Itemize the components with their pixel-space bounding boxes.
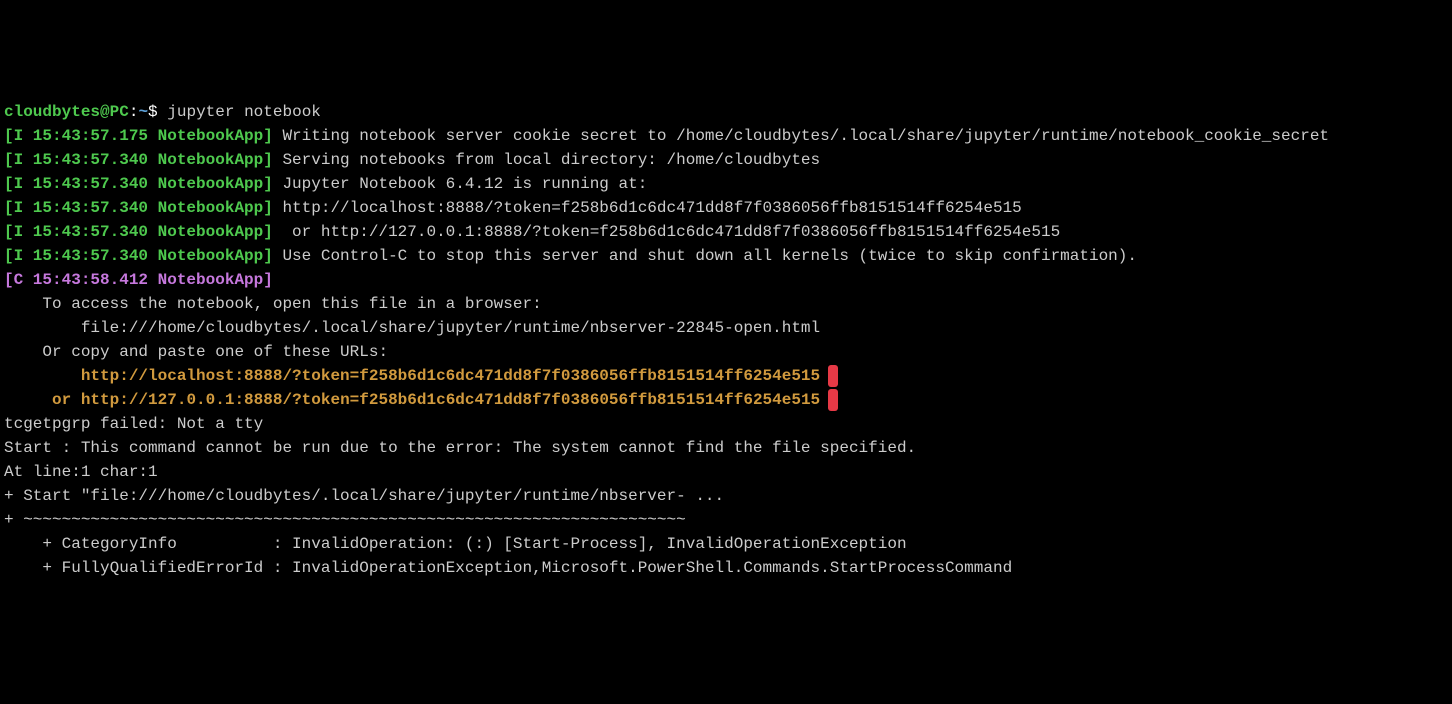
access-instruction: To access the notebook, open this file i…	[4, 292, 1448, 316]
notebook-url[interactable]: http://localhost:8888/?token=f258b6d1c6d…	[81, 367, 820, 385]
log-line-critical: [C 15:43:58.412 NotebookApp]	[4, 268, 1448, 292]
log-line: [I 15:43:57.340 NotebookApp] Jupyter Not…	[4, 172, 1448, 196]
log-text: or http://127.0.0.1:8888/?token=f258b6d1…	[273, 223, 1060, 241]
log-prefix: [I 15:43:57.340 NotebookApp]	[4, 175, 273, 193]
url-or: or	[52, 391, 81, 409]
cursor-icon	[828, 365, 838, 387]
error-line: At line:1 char:1	[4, 460, 1448, 484]
error-line: Start : This command cannot be run due t…	[4, 436, 1448, 460]
log-text: Jupyter Notebook 6.4.12 is running at:	[273, 175, 647, 193]
access-instruction: Or copy and paste one of these URLs:	[4, 340, 1448, 364]
url-line: http://localhost:8888/?token=f258b6d1c6d…	[4, 364, 1448, 388]
error-line: tcgetpgrp failed: Not a tty	[4, 412, 1448, 436]
log-prefix: [I 15:43:57.175 NotebookApp]	[4, 127, 273, 145]
log-text: Use Control-C to stop this server and sh…	[273, 247, 1137, 265]
log-line: [I 15:43:57.175 NotebookApp] Writing not…	[4, 124, 1448, 148]
prompt-separator: :	[129, 103, 139, 121]
prompt-user-host: cloudbytes@PC	[4, 103, 129, 121]
log-text: http://localhost:8888/?token=f258b6d1c6d…	[273, 199, 1022, 217]
log-prefix: [I 15:43:57.340 NotebookApp]	[4, 151, 273, 169]
prompt-line: cloudbytes@PC:~$ jupyter notebook	[4, 100, 1448, 124]
error-id: + FullyQualifiedErrorId : InvalidOperati…	[4, 556, 1448, 580]
url-line: or http://127.0.0.1:8888/?token=f258b6d1…	[4, 388, 1448, 412]
log-line: [I 15:43:57.340 NotebookApp] http://loca…	[4, 196, 1448, 220]
prompt-symbol: $	[148, 103, 158, 121]
command-text: jupyter notebook	[158, 103, 321, 121]
error-line: + Start "file:///home/cloudbytes/.local/…	[4, 484, 1448, 508]
cursor-icon	[828, 389, 838, 411]
url-indent	[4, 367, 81, 385]
log-line: [I 15:43:57.340 NotebookApp] Use Control…	[4, 244, 1448, 268]
log-prefix-critical: [C 15:43:58.412 NotebookApp]	[4, 271, 273, 289]
log-line: [I 15:43:57.340 NotebookApp] or http://1…	[4, 220, 1448, 244]
log-text: Writing notebook server cookie secret to…	[273, 127, 1329, 145]
notebook-url[interactable]: http://127.0.0.1:8888/?token=f258b6d1c6d…	[81, 391, 820, 409]
log-prefix: [I 15:43:57.340 NotebookApp]	[4, 223, 273, 241]
terminal-output: cloudbytes@PC:~$ jupyter notebook[I 15:4…	[0, 96, 1452, 584]
prompt-path: ~	[138, 103, 148, 121]
log-prefix: [I 15:43:57.340 NotebookApp]	[4, 199, 273, 217]
access-file-path: file:///home/cloudbytes/.local/share/jup…	[4, 316, 1448, 340]
error-category: + CategoryInfo : InvalidOperation: (:) […	[4, 532, 1448, 556]
log-prefix: [I 15:43:57.340 NotebookApp]	[4, 247, 273, 265]
log-line: [I 15:43:57.340 NotebookApp] Serving not…	[4, 148, 1448, 172]
url-indent	[4, 391, 52, 409]
log-text: Serving notebooks from local directory: …	[273, 151, 820, 169]
error-line: + ~~~~~~~~~~~~~~~~~~~~~~~~~~~~~~~~~~~~~~…	[4, 508, 1448, 532]
